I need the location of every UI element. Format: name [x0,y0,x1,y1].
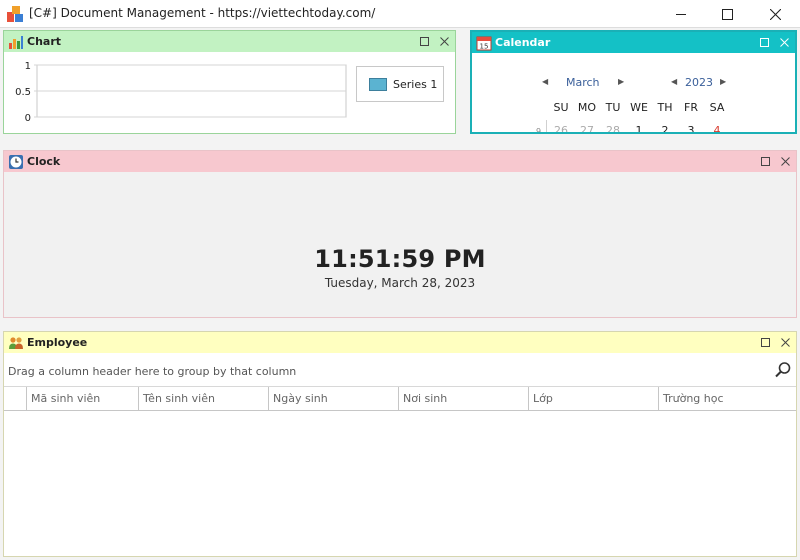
calendar-icon: 15 [476,35,492,51]
chart-close-button[interactable] [437,34,451,48]
week-number-divider [546,120,547,132]
prev-year-icon[interactable]: ◀ [671,77,677,86]
close-window-button[interactable] [752,0,798,28]
week-number: 9 [536,127,542,132]
weekday-label: MO [577,101,597,114]
weekday-label: TH [657,101,673,114]
clock-panel-header[interactable]: Clock [4,151,796,172]
column-header-lop[interactable]: Lớp [528,387,658,410]
clock-icon [8,154,24,170]
calendar-maximize-button[interactable] [757,35,771,49]
clock-time: 11:51:59 PM [314,245,486,273]
maximize-icon [760,156,770,166]
employee-close-button[interactable] [778,335,792,349]
clock-date: Tuesday, March 28, 2023 [324,276,476,290]
legend-series-label: Series 1 [393,77,438,91]
weekday-label: WE [630,101,648,114]
employee-grid: Drag a column header here to group by th… [4,353,796,556]
calendar-day[interactable]: 1 [626,124,652,132]
column-header-noi-sinh[interactable]: Nơi sinh [398,387,528,410]
calendar-day[interactable]: 2 [652,124,678,132]
weekday-label: SU [553,101,569,114]
maximize-button[interactable] [704,0,750,28]
clock-maximize-button[interactable] [758,154,772,168]
calendar-panel: 15 Calendar ◀ March ▶ ◀ 2023 ▶ SU MO TU … [470,30,797,134]
column-header-ma-sinh-vien[interactable]: Mã sinh viên [26,387,138,410]
employee-panel: Employee Drag a column header here to gr… [3,331,797,557]
calendar-year[interactable]: 2023 [685,76,713,89]
employee-panel-header[interactable]: Employee [4,332,796,353]
prev-month-icon[interactable]: ◀ [542,77,548,86]
calendar-body: ◀ March ▶ ◀ 2023 ▶ SU MO TU WE TH FR SA … [472,53,795,132]
maximize-icon [760,337,770,347]
group-hint-text: Drag a column header here to group by th… [8,365,297,378]
employee-panel-title: Employee [27,336,88,349]
chart-plot: 10.50 [15,61,347,124]
maximize-icon [721,8,733,20]
calendar-day[interactable]: 26 [548,124,574,132]
y-tick-label: 0.5 [15,87,31,98]
window-title: [C#] Document Management - https://viett… [29,6,376,20]
legend-swatch [369,77,387,91]
svg-text:15: 15 [480,42,489,50]
calendar-close-button[interactable] [777,35,791,49]
close-icon [780,156,790,166]
users-icon [8,335,24,351]
column-header-truong-hoc[interactable]: Trường học [658,387,796,410]
calendar-day[interactable]: 3 [678,124,704,132]
weekday-label: FR [684,101,698,114]
bar-chart-icon [8,34,24,50]
group-panel[interactable]: Drag a column header here to group by th… [4,353,796,387]
chart-panel-header[interactable]: Chart [4,31,455,52]
calendar-day[interactable]: 27 [574,124,600,132]
calendar-month[interactable]: March [566,76,600,89]
calendar-week-row: 26 27 28 1 2 3 4 [548,124,730,132]
weekday-header-row: SU MO TU WE TH FR SA [548,101,730,114]
close-icon [780,337,790,347]
employee-maximize-button[interactable] [758,335,772,349]
chart-panel: Chart 1 0.5 0 Series 1 [3,30,456,134]
column-header-ngay-sinh[interactable]: Ngày sinh [268,387,398,410]
calendar-day[interactable]: 4 [704,124,730,132]
close-icon [769,8,781,20]
column-header-row: Mã sinh viên Tên sinh viên Ngày sinh Nơi… [4,387,796,411]
chart-legend: Series 1 [356,66,444,102]
minimize-icon [676,14,686,15]
next-month-icon[interactable]: ▶ [618,77,624,86]
calendar-panel-header[interactable]: 15 Calendar [472,32,795,53]
minimize-button[interactable] [658,0,704,28]
maximize-icon [759,37,769,47]
weekday-label: SA [709,101,725,114]
window-titlebar: [C#] Document Management - https://viett… [0,0,800,28]
weekday-label: TU [605,101,621,114]
chart-maximize-button[interactable] [417,34,431,48]
calendar-panel-title: Calendar [495,36,551,49]
clock-panel-title: Clock [27,155,61,168]
app-icon [7,6,23,22]
calendar-day[interactable]: 28 [600,124,626,132]
close-icon [779,37,789,47]
y-tick-label: 0 [25,113,31,124]
maximize-icon [419,36,429,46]
clock-body: 11:51:59 PM Tuesday, March 28, 2023 [4,172,796,317]
chart-body: 1 0.5 0 Series 1 [4,52,455,133]
y-tick-label: 1 [25,61,31,72]
search-icon[interactable] [774,361,792,379]
clock-close-button[interactable] [778,154,792,168]
column-header-ten-sinh-vien[interactable]: Tên sinh viên [138,387,268,410]
row-indicator-header [4,387,26,410]
next-year-icon[interactable]: ▶ [720,77,726,86]
clock-panel: Clock 11:51:59 PM Tuesday, March 28, 202… [3,150,797,318]
close-icon [439,36,449,46]
chart-panel-title: Chart [27,35,62,48]
